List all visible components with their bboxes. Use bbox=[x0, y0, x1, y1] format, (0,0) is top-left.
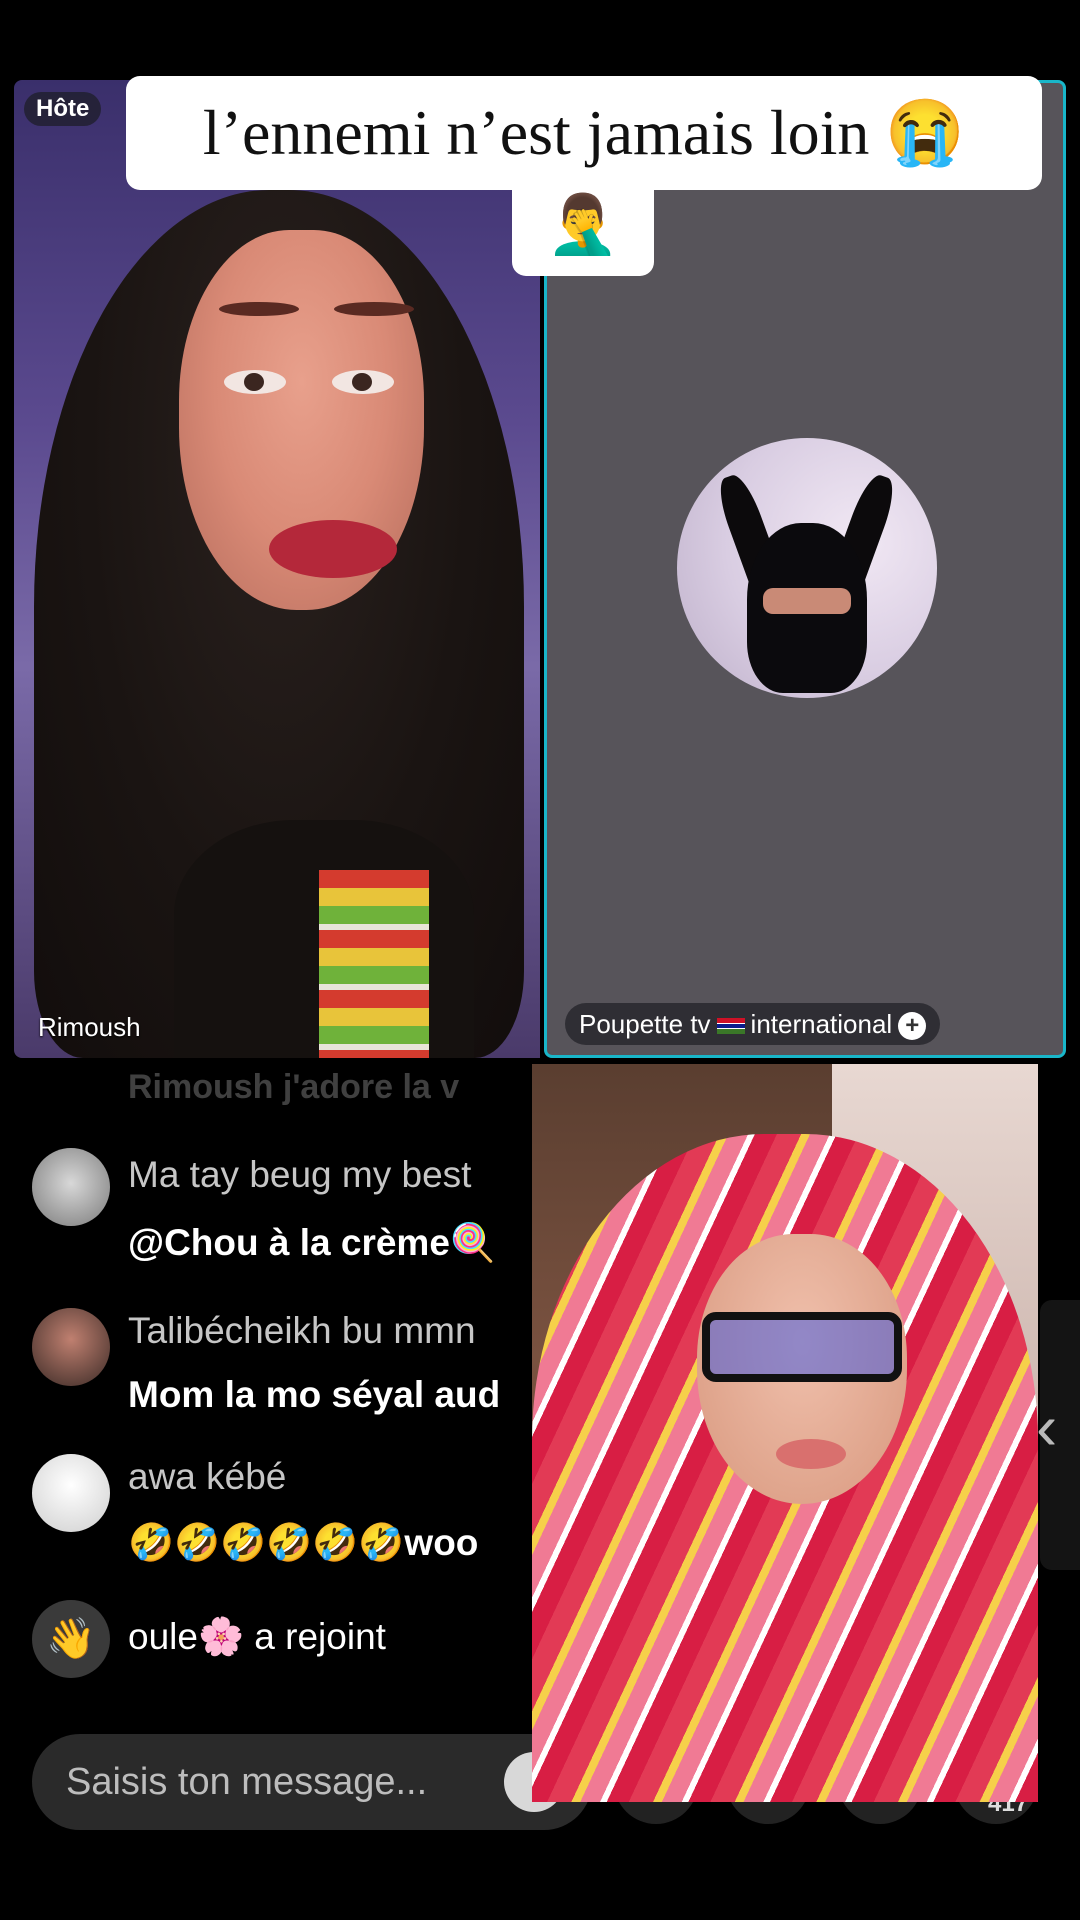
host-brow-left bbox=[219, 302, 299, 316]
pip-lips bbox=[776, 1439, 846, 1469]
guest-avatar bbox=[677, 438, 937, 698]
user-avatar[interactable] bbox=[32, 1148, 110, 1226]
comment-username[interactable]: Ma tay beug my best bbox=[128, 1154, 471, 1196]
comment-username[interactable]: awa kébé bbox=[128, 1456, 286, 1498]
comment-text: 🤣🤣🤣🤣🤣🤣woo bbox=[128, 1522, 479, 1563]
faded-comment: Rimoush j'adore la v bbox=[128, 1068, 460, 1106]
host-brow-right bbox=[334, 302, 414, 316]
comment-text: @Chou à la crème🍭 bbox=[128, 1222, 496, 1263]
comment-item[interactable]: Ma tay beug my best @Chou à la crème🍭 bbox=[0, 1148, 540, 1298]
video-caption-emoji: 🤦‍♂️ bbox=[512, 182, 654, 276]
host-lips bbox=[269, 520, 397, 578]
host-dress-embroidery bbox=[319, 870, 429, 1058]
user-avatar[interactable] bbox=[32, 1454, 110, 1532]
video-caption: l’ennemi n’est jamais loin 😭 bbox=[126, 76, 1042, 190]
guest-name-rimoush[interactable]: Rimoush bbox=[38, 1012, 141, 1043]
host-eye-left bbox=[224, 370, 286, 394]
user-avatar[interactable] bbox=[32, 1308, 110, 1386]
host-eye-right bbox=[332, 370, 394, 394]
pip-video[interactable] bbox=[532, 1064, 1038, 1802]
pip-glasses bbox=[702, 1312, 902, 1382]
host-badge: Hôte bbox=[24, 92, 102, 126]
guest-name-poupette[interactable]: Poupette tv international + bbox=[565, 1003, 941, 1045]
join-notice: oule🌸 a rejoint bbox=[128, 1616, 386, 1657]
plus-icon[interactable]: + bbox=[898, 1012, 927, 1041]
comment-item[interactable]: awa kébé 🤣🤣🤣🤣🤣🤣woo bbox=[0, 1454, 540, 1604]
gambia-flag-icon bbox=[716, 1018, 745, 1035]
comment-text: Mom la mo séyal aud bbox=[128, 1374, 501, 1415]
comment-username[interactable]: Talibécheikh bu mmn bbox=[128, 1310, 476, 1352]
mask-eyes bbox=[763, 588, 851, 614]
wave-icon: 👋 bbox=[32, 1600, 110, 1678]
guest-name-poupette-label: Poupette tv bbox=[579, 1009, 711, 1039]
guest-name-poupette-suffix: international bbox=[750, 1009, 893, 1039]
comment-item[interactable]: Talibécheikh bu mmn Mom la mo séyal aud bbox=[0, 1308, 540, 1458]
guest-tile-host[interactable] bbox=[14, 80, 540, 1058]
chevron-left-icon[interactable]: ‹ bbox=[1036, 1390, 1057, 1464]
